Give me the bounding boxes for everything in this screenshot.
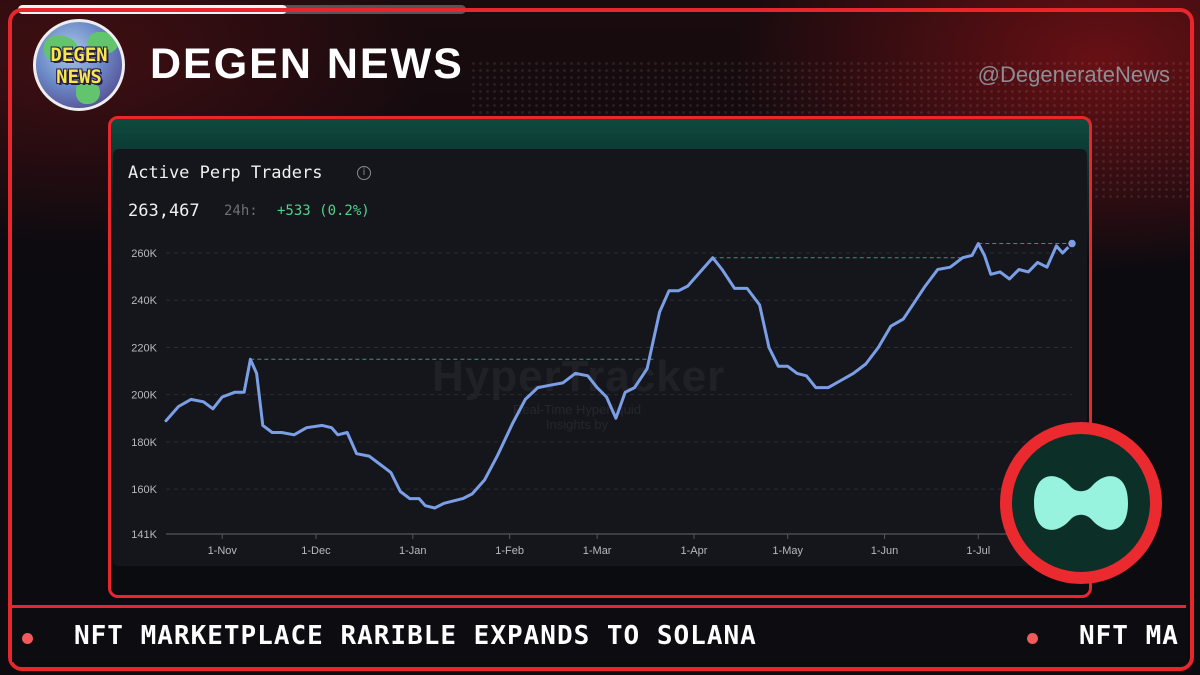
x-tick-label: 1-Feb — [495, 545, 524, 557]
hyperliquid-logo-icon — [1034, 476, 1128, 530]
y-tick-label: 260K — [131, 248, 157, 260]
y-tick-label: 200K — [131, 390, 157, 402]
hyperliquid-badge-inner — [1012, 434, 1150, 572]
news-ticker: NFT MARKETPLACE RARIBLE EXPANDS TO SOLAN… — [12, 605, 1186, 662]
series-layer — [164, 238, 1078, 510]
y-tick-label: 141K — [131, 529, 157, 541]
grid — [166, 252, 1072, 535]
x-tick-label: 1-Apr — [681, 545, 708, 557]
latest-point — [1066, 238, 1078, 249]
x-tick-label: 1-Jun — [871, 545, 899, 557]
x-tick-label: 1-May — [772, 545, 803, 557]
line-chart: 260K240K220K200K180K160K141K 1-Nov 1-Dec 1… — [131, 238, 1078, 557]
ticker-headline: NFT MARKETPLACE RARIBLE EXPANDS TO SOLAN… — [74, 621, 757, 651]
y-tick-label: 180K — [131, 437, 157, 449]
reference-lines — [250, 243, 1072, 360]
x-axis: 1-Nov 1-Dec 1-Jan 1-Feb 1-Mar 1-Apr 1-May 1-Jun… — [208, 534, 990, 557]
ticker-headline-repeat: NFT MA — [1079, 621, 1179, 651]
series-line — [164, 242, 1074, 510]
x-tick-label: 1-Mar — [583, 545, 612, 557]
ticker-bullet — [1027, 633, 1038, 644]
x-tick-label: 1-Dec — [301, 545, 331, 557]
y-tick-label: 220K — [131, 342, 157, 354]
y-axis: 260K 240K 220K 200K 180K 160K 141K — [131, 248, 157, 541]
x-tick-label: 1-Nov — [208, 545, 238, 557]
x-tick-label: 1-Jan — [399, 545, 427, 557]
y-tick-label: 240K — [131, 295, 157, 307]
ticker-bullet — [22, 633, 33, 644]
hyperliquid-badge — [1000, 422, 1162, 584]
x-tick-label: 1-Jul — [966, 545, 990, 557]
y-tick-label: 160K — [131, 484, 157, 496]
